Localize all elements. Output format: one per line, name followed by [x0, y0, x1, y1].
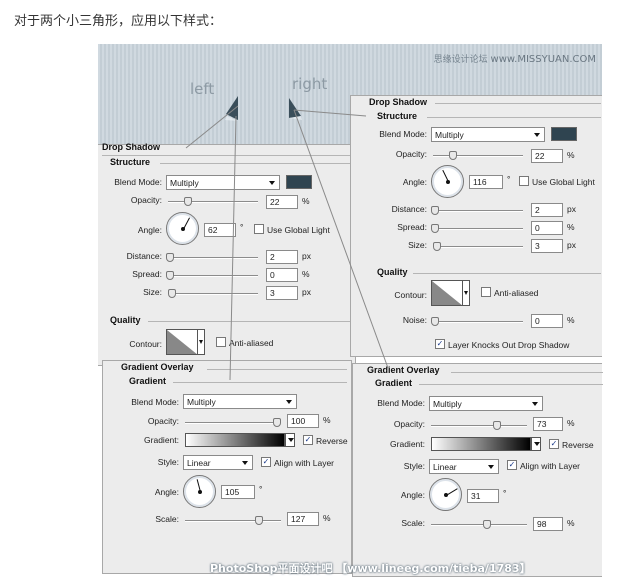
connector-line	[293, 109, 367, 117]
connector-line	[185, 105, 239, 149]
page-heading: 对于两个小三角形，应用以下样式：	[14, 14, 223, 29]
connector-line	[229, 115, 237, 381]
footer-watermark: PhotoShop平面设计吧 【www.lineeg.com/tieba/178…	[210, 562, 531, 575]
connector-lines	[185, 105, 389, 381]
connector-line	[293, 109, 389, 369]
tutorial-figure: left right 思缘设计论坛 www.MISSYUAN.COM Drop …	[98, 44, 603, 580]
